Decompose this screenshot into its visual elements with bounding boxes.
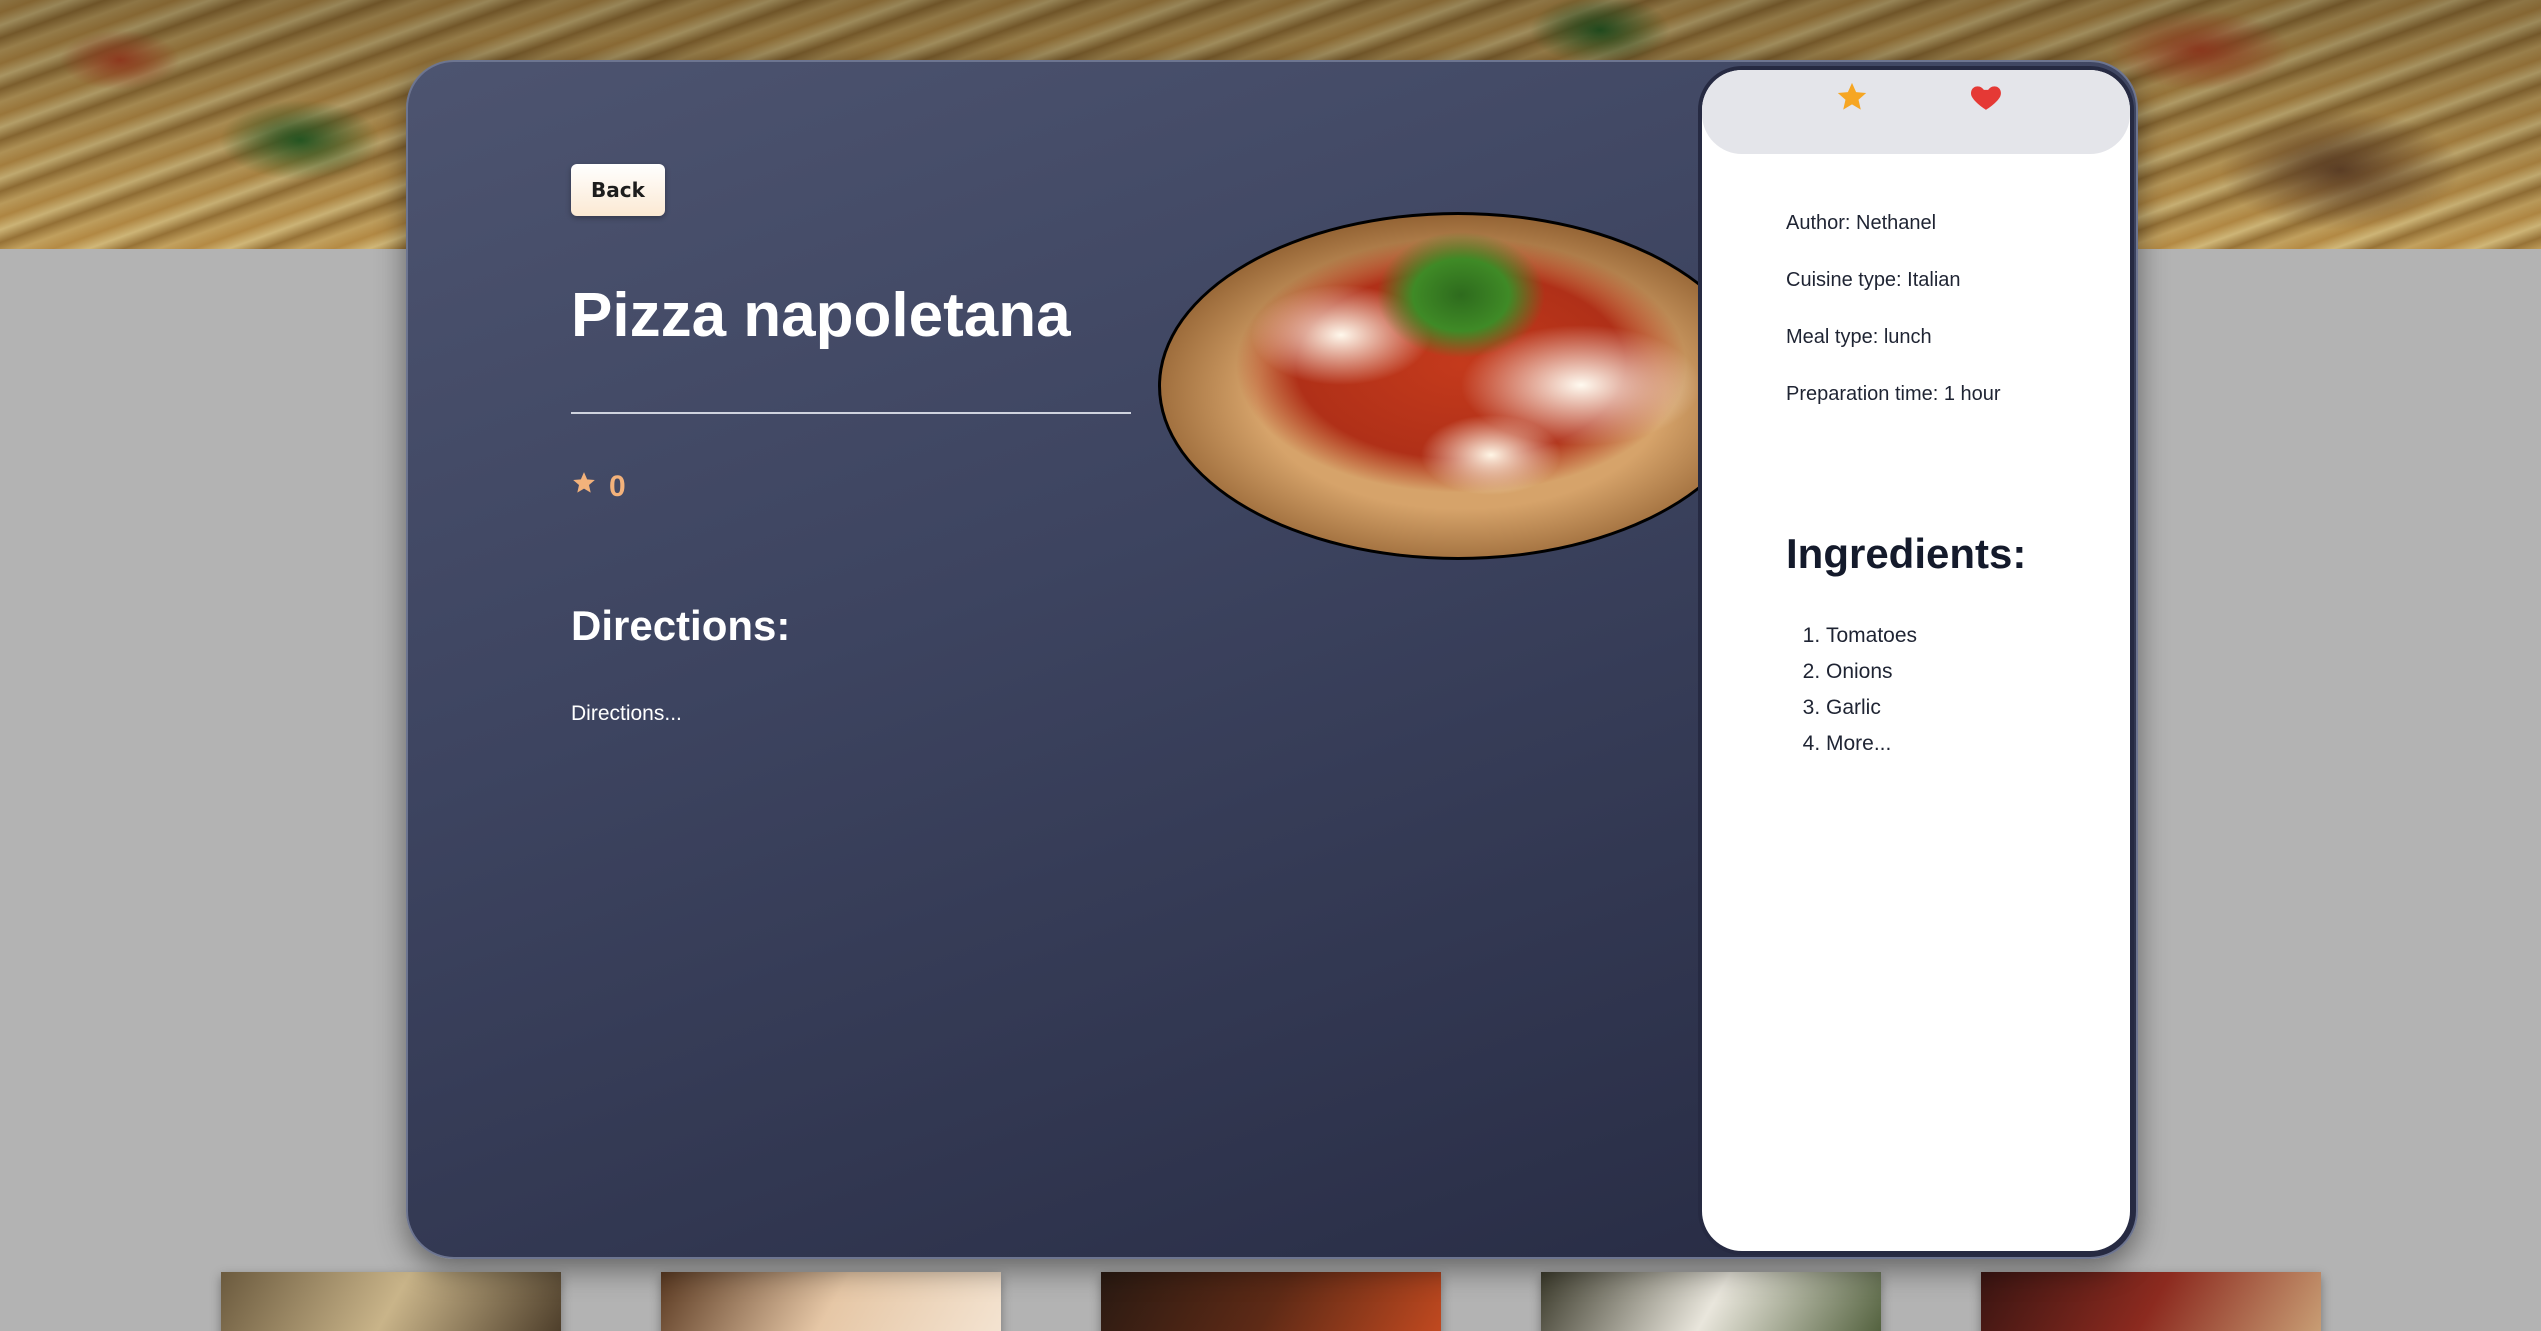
recipe-thumbnail[interactable] xyxy=(1101,1272,1441,1331)
page: Back Pizza napoletana 0 Directions: Dire… xyxy=(0,0,2541,1331)
star-icon xyxy=(571,470,597,504)
title-divider xyxy=(571,412,1131,414)
list-item: More... xyxy=(1826,726,1917,762)
ingredients-list: Tomatoes Onions Garlic More... xyxy=(1786,618,1917,762)
directions-heading: Directions: xyxy=(571,602,791,649)
recipe-image xyxy=(1158,212,1758,560)
meal-type-line: Meal type: lunch xyxy=(1786,326,1932,348)
recipe-thumbnail[interactable] xyxy=(1981,1272,2321,1331)
recipe-thumbnail[interactable] xyxy=(1541,1272,1881,1331)
ingredients-heading: Ingredients: xyxy=(1786,530,2027,577)
list-item: Onions xyxy=(1826,654,1917,690)
prep-time-line: Preparation time: 1 hour xyxy=(1786,383,2001,405)
rating-value: 0 xyxy=(609,470,626,503)
list-item: Tomatoes xyxy=(1826,618,1917,654)
recipe-modal: Back Pizza napoletana 0 Directions: Dire… xyxy=(406,60,2138,1259)
recipe-details-panel: Author: Nethanel Cuisine type: Italian M… xyxy=(1698,66,2134,1255)
list-item: Garlic xyxy=(1826,690,1917,726)
star-icon[interactable] xyxy=(1835,80,1869,114)
author-line: Author: Nethanel xyxy=(1786,212,1937,234)
directions-text: Directions... xyxy=(571,702,682,725)
back-button[interactable]: Back xyxy=(571,164,665,216)
cuisine-line: Cuisine type: Italian xyxy=(1786,269,1961,291)
rating: 0 xyxy=(571,470,626,504)
heart-icon[interactable] xyxy=(1969,80,2003,114)
recipe-thumbnail[interactable] xyxy=(661,1272,1001,1331)
panel-actions-bar xyxy=(1702,70,2130,154)
recipe-title: Pizza napoletana xyxy=(571,281,1071,350)
recipe-thumbnail[interactable] xyxy=(221,1272,561,1331)
